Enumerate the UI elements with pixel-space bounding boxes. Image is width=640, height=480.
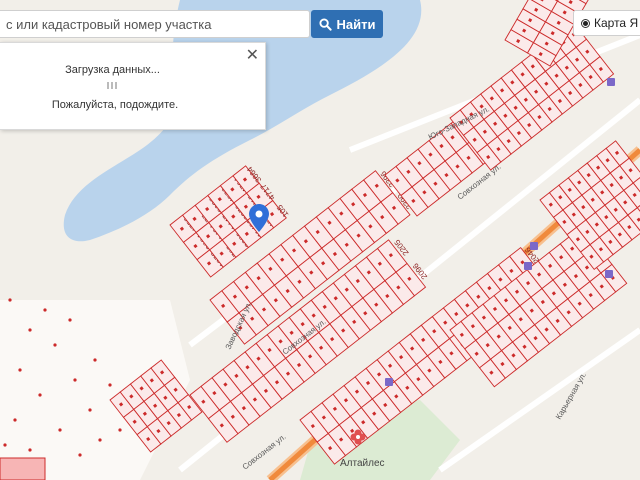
point-object <box>98 438 102 442</box>
point-object <box>28 328 32 332</box>
point-object <box>53 343 57 347</box>
point-object <box>108 383 112 387</box>
search-button[interactable]: Найти <box>311 10 383 38</box>
point-object <box>18 368 22 372</box>
loading-title: Загрузка данных... <box>65 64 160 76</box>
point-object <box>88 408 92 412</box>
point-object <box>118 428 122 432</box>
point-object <box>78 453 82 457</box>
poi-label: Алтайлес <box>340 458 385 469</box>
loading-spinner-icon <box>107 82 119 89</box>
search-button-label: Найти <box>336 16 376 32</box>
point-object <box>43 308 47 312</box>
point-object <box>93 358 97 362</box>
loading-subtitle: Пожалуйста, подождите. <box>51 99 179 111</box>
point-object <box>28 448 32 452</box>
radio-icon <box>581 18 590 28</box>
map-layer-switch[interactable]: Карта Я <box>573 10 640 36</box>
point-object <box>38 393 42 397</box>
point-object <box>8 298 12 302</box>
point-object <box>68 318 72 322</box>
point-object <box>3 443 7 447</box>
close-icon[interactable]: ✕ <box>246 47 259 63</box>
parcel[interactable] <box>0 457 46 480</box>
search-icon <box>318 17 332 31</box>
search-input[interactable] <box>0 11 309 37</box>
point-object <box>73 378 77 382</box>
map-layer-label: Карта Я <box>594 16 639 30</box>
loading-popup: ✕ Загрузка данных... Пожалуйста, подожди… <box>0 42 266 130</box>
search-bar <box>0 10 310 38</box>
point-object <box>13 418 17 422</box>
point-object <box>58 428 62 432</box>
